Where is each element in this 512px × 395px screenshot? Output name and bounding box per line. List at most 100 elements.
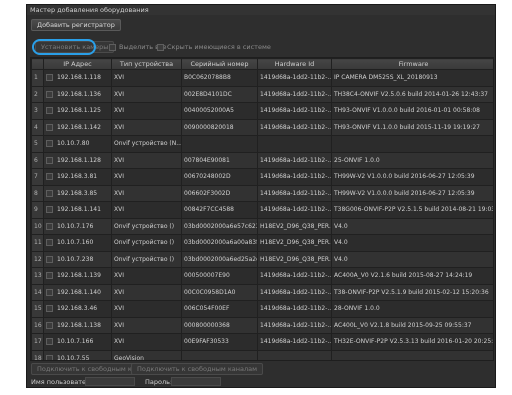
serial-number: 00C0C0958D1A0 [181, 283, 258, 301]
row-checkbox[interactable] [46, 206, 53, 214]
row-checkbox[interactable] [46, 321, 53, 329]
ip-cell: 10.10.7.238 [43, 250, 112, 268]
row-number: 15 [31, 300, 44, 318]
row-checkbox[interactable] [46, 288, 53, 296]
ip-cell: 10.10.7.55 [43, 349, 112, 360]
row-number: 5 [31, 135, 44, 153]
ip-address: 192.168.3.46 [57, 305, 98, 313]
password-input[interactable] [171, 377, 221, 386]
row-number-text: 10 [34, 222, 42, 230]
device-type: XVI [111, 267, 182, 285]
row-checkbox[interactable] [46, 272, 53, 280]
hardware-id: 1419d68a-1dd2-11b2-... [257, 316, 332, 334]
column-header[interactable]: Серийный номер [181, 58, 258, 70]
row-checkbox[interactable] [46, 173, 53, 181]
row-number: 16 [31, 316, 44, 334]
column-header[interactable]: Hardware Id [257, 58, 332, 70]
hardware-id: 1419d68a-1dd2-11b2-... [257, 184, 332, 202]
table-row[interactable]: 18 10.10.7.55 GeoVision [31, 349, 493, 361]
firmware: IP CAMERA DM525S_XL_20180913 [331, 69, 493, 87]
table-row[interactable]: 14 192.168.1.140 XVI 00C0C0958D1A0 1419d68a-… [31, 283, 493, 301]
table-row[interactable]: 5 10.10.7.80 Onvif устройство (N... [31, 135, 493, 153]
ip-address: 192.168.3.85 [57, 189, 98, 197]
row-checkbox[interactable] [46, 140, 53, 148]
firmware: V4.0 [331, 217, 493, 235]
device-type: XVI [111, 69, 182, 87]
row-number-text: 15 [34, 305, 42, 313]
hardware-id: 1419d68a-1dd2-11b2-... [257, 85, 332, 103]
row-checkbox[interactable] [46, 239, 53, 247]
device-type-text: XVI [114, 156, 124, 164]
firmware: T38G006-ONVIF-P2P V2.5.1.5 build 2014-08… [331, 201, 493, 219]
row-number: 1 [31, 69, 44, 87]
hardware-id-text: 1419d68a-1dd2-11b2-... [260, 189, 332, 197]
row-number-text: 18 [34, 354, 42, 361]
connect-free-channels-new-button[interactable]: Подключить к свободным каналам [131, 363, 264, 375]
firmware-text: AC400L_V0 V2.1.8 build 2015-09-25 09:55:… [334, 321, 472, 329]
serial-number-text: 00E9FAF30533 [184, 338, 229, 346]
ip-address: 10.10.7.80 [57, 140, 90, 148]
row-checkbox[interactable] [46, 90, 53, 98]
serial-number: 007804E90081 [181, 151, 258, 169]
row-checkbox[interactable] [46, 107, 53, 115]
device-type-text: XVI [114, 123, 124, 131]
row-checkbox[interactable] [46, 222, 53, 230]
add-registrar-button[interactable]: Добавить регистратор [31, 19, 121, 31]
table-row[interactable]: 1 192.168.1.118 XVI B0C0620788B8 1419d68a-1d… [31, 69, 493, 87]
column-header[interactable] [31, 58, 44, 70]
device-type: XVI [111, 184, 182, 202]
row-checkbox[interactable] [46, 354, 53, 360]
row-checkbox[interactable] [46, 305, 53, 313]
firmware [331, 135, 493, 153]
hardware-id-text: H18EV2_D96_Q38_PER... [260, 222, 332, 230]
row-checkbox[interactable] [46, 338, 53, 346]
table-row[interactable]: 17 10.10.7.166 XVI 00E9FAF30533 1419d68a-1dd… [31, 333, 494, 351]
device-type: XVI [111, 85, 182, 103]
add-equipment-wizard-window: Мастер добавления оборудования Добавить … [26, 4, 496, 388]
table-row[interactable]: 8 192.168.3.85 XVI 006602F3002D 1419d68a-1dd… [31, 184, 493, 202]
serial-number: 00400052000A5 [181, 102, 258, 120]
hardware-id-text: H18EV2_D96_Q38_PER... [260, 239, 332, 247]
table-row[interactable]: 7 192.168.3.81 XVI 00670248002D 1419d68a-1dd… [31, 168, 493, 186]
table-row[interactable]: 9 192.168.1.141 XVI 00842F7CC4588 1419d68a-1… [31, 201, 493, 219]
column-header[interactable]: Тип устройства [111, 58, 182, 70]
row-checkbox[interactable] [46, 255, 53, 263]
devices-table: IP Адрес Тип устройства Серийный номер Hard… [30, 57, 494, 361]
ip-cell: 192.168.3.46 [43, 300, 112, 318]
table-row[interactable]: 6 192.168.1.128 XVI 007804E90081 1419d68a-1d… [31, 151, 493, 169]
hardware-id: 1419d68a-1dd2-11b2-... [257, 283, 332, 301]
ip-cell: 192.168.1.142 [43, 118, 112, 136]
hardware-id: 1419d68a-1dd2-11b2-... [257, 69, 332, 87]
hardware-id-text: 1419d68a-1dd2-11b2-... [260, 338, 332, 346]
table-row[interactable]: 11 10.10.7.160 Onvif устройство () 03bd0002… [31, 234, 493, 252]
table-row[interactable]: 2 192.168.1.136 XVI 002E8D4101DC 1419d68a-1d… [31, 85, 493, 103]
table-row[interactable]: 10 10.10.7.176 Onvif устройство () 03bd0002… [31, 217, 493, 235]
table-row[interactable]: 3 192.168.1.125 XVI 00400052000A5 1419d68a-1… [31, 102, 493, 120]
table-row[interactable]: 16 192.168.1.138 XVI 000800000368 1419d68a-1… [31, 316, 493, 334]
device-type: GeoVision [111, 349, 182, 360]
table-row[interactable]: 15 192.168.3.46 XVI 006C054F00EF 1419d68a-1d… [31, 300, 493, 318]
table-row[interactable]: 4 192.168.1.142 XVI 0090000820018 1419d68a-1… [31, 118, 493, 136]
hardware-id-text: 1419d68a-1dd2-11b2-... [260, 173, 332, 181]
row-checkbox[interactable] [46, 156, 53, 164]
username-input[interactable] [85, 377, 135, 386]
firmware-text: TH32E-ONVIF-P2P V2.5.3.13 build 2016-01-… [334, 338, 494, 346]
ip-cell: 10.10.7.166 [43, 333, 112, 351]
checkbox-box [157, 43, 164, 51]
hardware-id-text: 1419d68a-1dd2-11b2-... [260, 123, 332, 131]
serial-number: 00E9FAF30533 [181, 333, 258, 351]
row-number: 10 [31, 217, 44, 235]
row-checkbox[interactable] [46, 123, 53, 131]
firmware-text: V4.0 [334, 239, 348, 247]
hardware-id-text: H18EV2_D96_Q38_PER... [260, 255, 332, 263]
row-checkbox[interactable] [46, 74, 53, 82]
device-type-text: XVI [114, 107, 124, 115]
row-number: 14 [31, 283, 44, 301]
hide-existing-checkbox[interactable]: Скрыть имеющиеся в системе [157, 43, 271, 51]
table-row[interactable]: 13 192.168.1.139 XVI 000500007E90 1419d68a-1… [31, 267, 493, 285]
table-row[interactable]: 12 10.10.7.238 Onvif устройство () 03bd0002… [31, 250, 493, 268]
firmware: 28-ONVIF 1.0.0 [331, 300, 493, 318]
row-checkbox[interactable] [46, 189, 53, 197]
column-header[interactable]: Firmware [331, 58, 493, 70]
column-header[interactable]: IP Адрес [43, 58, 112, 70]
